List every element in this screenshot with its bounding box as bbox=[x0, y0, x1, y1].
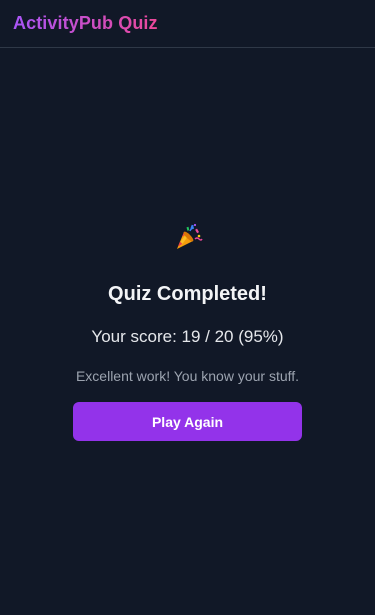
quiz-results-view: Quiz Completed! Your score: 19 / 20 (95%… bbox=[0, 48, 375, 615]
result-message: Excellent work! You know your stuff. bbox=[75, 368, 300, 384]
completion-heading: Quiz Completed! bbox=[108, 283, 267, 305]
score-label: Your score: bbox=[91, 327, 182, 346]
score-line: Your score: 19 / 20 (95%) bbox=[43, 326, 332, 348]
party-popper-icon bbox=[176, 223, 203, 249]
results-card: Quiz Completed! Your score: 19 / 20 (95%… bbox=[73, 222, 302, 441]
play-again-button[interactable]: Play Again bbox=[73, 402, 302, 441]
app-title[interactable]: ActivityPub Quiz bbox=[13, 13, 158, 34]
app-header: ActivityPub Quiz bbox=[0, 0, 375, 48]
score-value: 19 / 20 (95%) bbox=[181, 327, 284, 346]
app-root: ActivityPub Quiz Quiz Completed! Your sc… bbox=[0, 0, 375, 615]
